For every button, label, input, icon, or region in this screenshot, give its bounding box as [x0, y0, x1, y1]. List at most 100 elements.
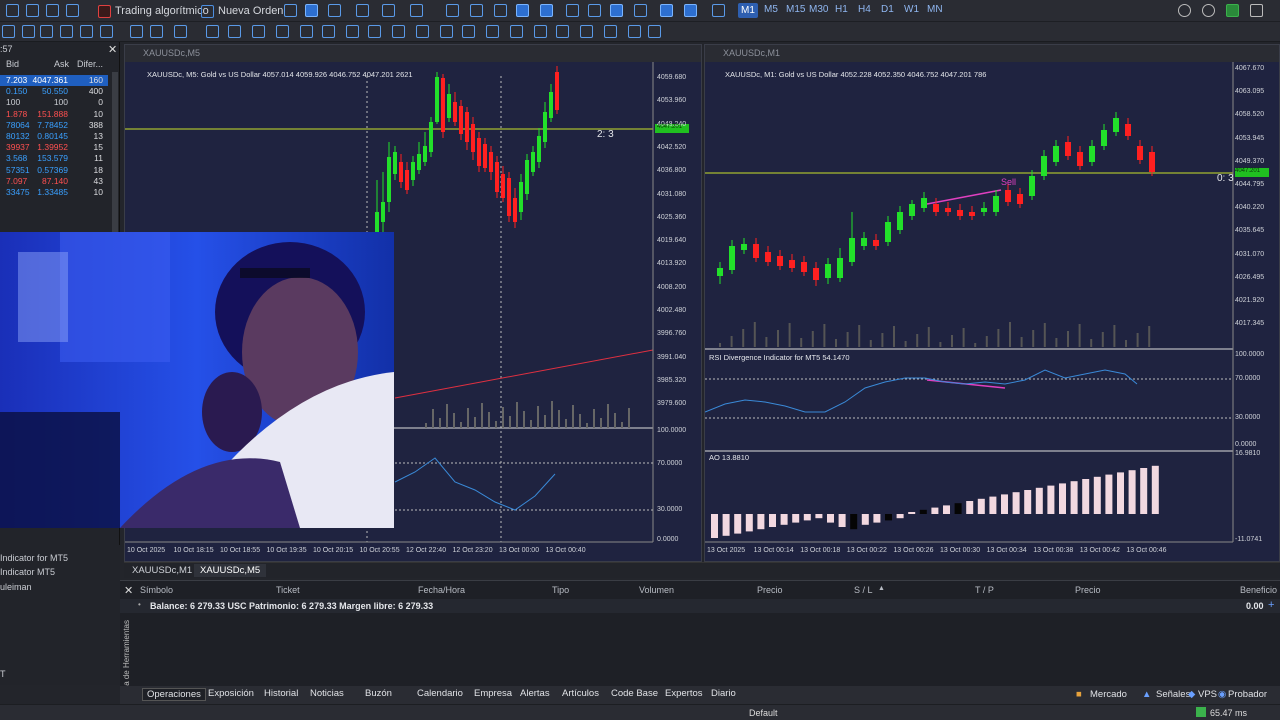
- toolbox-tab[interactable]: Operaciones: [142, 688, 206, 701]
- chart-tab-m1[interactable]: XAUUSDc,M1: [126, 564, 198, 577]
- market-watch-row[interactable]: 3.568 153.579 11: [0, 153, 108, 164]
- zoom-out-icon[interactable]: [470, 4, 483, 17]
- col-ticket[interactable]: Ticket: [276, 585, 300, 595]
- refresh-icon[interactable]: [494, 4, 507, 17]
- toolbox-tab[interactable]: Calendario: [413, 688, 467, 699]
- tf-w1[interactable]: W1: [904, 4, 919, 15]
- col-profit[interactable]: Beneficio: [1240, 585, 1277, 595]
- charts-icon[interactable]: [66, 4, 79, 17]
- std-dev-icon[interactable]: [486, 25, 499, 38]
- arrow-down-icon[interactable]: [580, 25, 593, 38]
- toolbox-tab[interactable]: Diario: [707, 688, 740, 699]
- crosshair-icon[interactable]: [2, 25, 15, 38]
- tile-icon[interactable]: [588, 4, 601, 17]
- ping-status[interactable]: 65.47 ms: [1210, 708, 1247, 718]
- add-icon[interactable]: +: [1268, 599, 1274, 611]
- navigator-item[interactable]: Indicator for MT5: [0, 553, 68, 563]
- chart-shift-icon[interactable]: [516, 4, 529, 17]
- toolbox-tab[interactable]: Noticias: [306, 688, 348, 699]
- chart-window-m1[interactable]: XAUUSDc,M1 XAUUSDc, M1: Gold vs US Dolla…: [704, 44, 1280, 562]
- col-ask[interactable]: Ask: [54, 59, 69, 69]
- cycles-icon[interactable]: [346, 25, 359, 38]
- cursor-icon[interactable]: [22, 25, 35, 38]
- pitchfork-icon[interactable]: [228, 25, 241, 38]
- navigator-item[interactable]: uleiman: [0, 582, 32, 592]
- market-watch-row[interactable]: 39937 1.39952 15: [0, 142, 108, 153]
- market-watch-row[interactable]: 7.203 4047.361 160: [0, 75, 108, 86]
- toolbox-tab[interactable]: Expertos: [661, 688, 707, 699]
- toolbox-tab[interactable]: Alertas: [516, 688, 554, 699]
- tf-m5[interactable]: M5: [764, 4, 778, 15]
- market-link[interactable]: Mercado: [1090, 689, 1127, 700]
- channel-icon[interactable]: [130, 25, 143, 38]
- col-bid[interactable]: Bid: [6, 59, 19, 69]
- toolbox-tab[interactable]: Empresa: [470, 688, 516, 699]
- menu-icon[interactable]: [1250, 4, 1263, 17]
- toolbox-tab[interactable]: Buzón: [361, 688, 396, 699]
- col-price[interactable]: Precio: [757, 585, 783, 595]
- toolbox-tab[interactable]: Code Base: [607, 688, 662, 699]
- profiles-icon[interactable]: [26, 4, 39, 17]
- chart-canvas[interactable]: [705, 62, 1279, 562]
- market-watch-row[interactable]: 100 100 0: [0, 97, 108, 108]
- price-label-icon[interactable]: [604, 25, 617, 38]
- rectangle-icon[interactable]: [150, 25, 163, 38]
- ellipse-icon[interactable]: [300, 25, 313, 38]
- autoscroll-icon[interactable]: [540, 4, 553, 17]
- ray-icon[interactable]: [534, 25, 547, 38]
- profile-name[interactable]: Default: [749, 708, 778, 718]
- navigator-item[interactable]: Indicator MT5: [0, 567, 55, 577]
- toolbox-tab[interactable]: Historial: [260, 688, 302, 699]
- market-watch-row[interactable]: 1.878 151.888 10: [0, 109, 108, 120]
- arrow-up-icon[interactable]: [556, 25, 569, 38]
- line-chart-icon[interactable]: [328, 4, 341, 17]
- market-watch-row[interactable]: 80132 0.80145 13: [0, 131, 108, 142]
- toolbox-tab[interactable]: Artículos: [558, 688, 603, 699]
- algo-trading-button[interactable]: Trading algorítmico: [98, 3, 209, 19]
- signals-link[interactable]: Señales: [1156, 689, 1190, 700]
- col-tp[interactable]: T / P: [975, 585, 994, 595]
- tester-link[interactable]: Probador: [1228, 689, 1267, 700]
- tf-mn[interactable]: MN: [927, 4, 943, 15]
- col-sl[interactable]: S / L: [854, 585, 873, 595]
- andrews-icon[interactable]: [416, 25, 429, 38]
- market-watch-row[interactable]: 57351 0.57369 18: [0, 165, 108, 176]
- tf-h4[interactable]: H4: [858, 4, 871, 15]
- toolbox-tab[interactable]: Exposición: [204, 688, 258, 699]
- bar-chart-icon[interactable]: [284, 4, 297, 17]
- tf-m15[interactable]: M15: [786, 4, 805, 15]
- trendline-icon[interactable]: [100, 25, 113, 38]
- chart-tab-m5[interactable]: XAUUSDc,M5: [194, 564, 267, 577]
- arrange-icon[interactable]: [684, 4, 697, 17]
- shapes-icon[interactable]: [276, 25, 289, 38]
- account-icon[interactable]: [1202, 4, 1215, 17]
- zoom-in-icon[interactable]: [446, 4, 459, 17]
- scrollbar[interactable]: [112, 72, 118, 232]
- col-volume[interactable]: Volumen: [639, 585, 674, 595]
- fullscreen-icon[interactable]: [566, 4, 579, 17]
- polyline-icon[interactable]: [462, 25, 475, 38]
- grid-icon[interactable]: [610, 4, 623, 17]
- search-icon[interactable]: [1178, 4, 1191, 17]
- close-icon[interactable]: ✕: [108, 43, 117, 56]
- wave-icon[interactable]: [322, 25, 335, 38]
- home-icon[interactable]: [46, 4, 59, 17]
- market-watch-row[interactable]: 0.150 50.550 400: [0, 86, 108, 97]
- candlestick-icon[interactable]: [305, 4, 318, 17]
- clock-icon[interactable]: [410, 4, 423, 17]
- regression-icon[interactable]: [392, 25, 405, 38]
- col-type[interactable]: Tipo: [552, 585, 569, 595]
- arrow-icon[interactable]: [174, 25, 187, 38]
- gann-icon[interactable]: [252, 25, 265, 38]
- col-symbol[interactable]: Símbolo: [140, 585, 173, 595]
- mql5-icon[interactable]: [1226, 4, 1239, 17]
- text-icon[interactable]: [60, 25, 73, 38]
- objects-icon[interactable]: [382, 4, 395, 17]
- period-icon[interactable]: [634, 4, 647, 17]
- fibo-icon[interactable]: [206, 25, 219, 38]
- market-watch-row[interactable]: 78064 7.78452 388: [0, 120, 108, 131]
- col-current-price[interactable]: Precio: [1075, 585, 1101, 595]
- settings-icon[interactable]: [6, 4, 19, 17]
- tf-m1[interactable]: M1: [738, 3, 758, 18]
- vertical-line-icon[interactable]: [40, 25, 53, 38]
